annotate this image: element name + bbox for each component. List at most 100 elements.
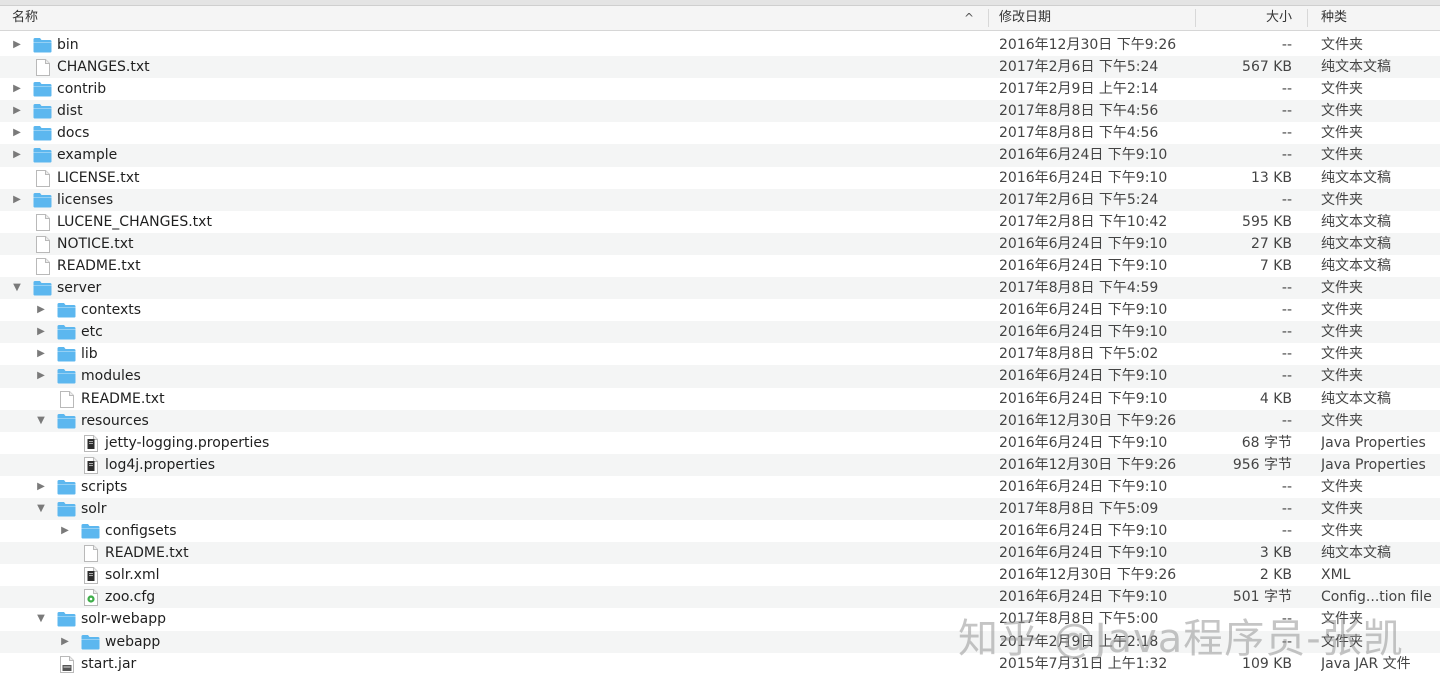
table-row[interactable]: ▶ lib 2017年8月8日 下午5:02 -- 文件夹: [0, 343, 1440, 365]
file-name: zoo.cfg: [105, 589, 156, 606]
disclosure-collapsed-icon[interactable]: ▶: [11, 78, 23, 100]
disclosure-collapsed-icon[interactable]: ▶: [11, 100, 23, 122]
modified-date: 2016年12月30日 下午9:26: [999, 456, 1177, 473]
column-header-size[interactable]: 大小: [1200, 6, 1292, 30]
disclosure-collapsed-icon[interactable]: ▶: [35, 365, 47, 387]
file-size: --: [1281, 368, 1292, 385]
folder-icon: [33, 125, 52, 145]
table-row[interactable]: ▶ configsets 2016年6月24日 下午9:10 -- 文件夹: [0, 520, 1440, 542]
file-name: README.txt: [81, 390, 165, 407]
sort-ascending-icon[interactable]: ^: [964, 6, 974, 30]
name-cell[interactable]: ▶ bin: [0, 34, 980, 56]
disclosure-collapsed-icon[interactable]: ▶: [35, 476, 47, 498]
name-cell[interactable]: ▼ solr: [0, 498, 980, 520]
table-row[interactable]: LICENSE.txt 2016年6月24日 下午9:10 13 KB 纯文本文稿: [0, 167, 1440, 189]
disclosure-expanded-icon[interactable]: ▼: [11, 277, 23, 299]
column-header-kind[interactable]: 种类: [1321, 6, 1347, 30]
name-cell[interactable]: ▶ example: [0, 144, 980, 166]
modified-date: 2016年6月24日 下午9:10: [999, 478, 1168, 495]
table-row[interactable]: ▶ scripts 2016年6月24日 下午9:10 -- 文件夹: [0, 476, 1440, 498]
table-row[interactable]: CHANGES.txt 2017年2月6日 下午5:24 567 KB 纯文本文稿: [0, 56, 1440, 79]
name-cell[interactable]: log4j.properties: [0, 454, 980, 476]
name-cell[interactable]: ▼ solr-webapp: [0, 608, 980, 630]
file-size: --: [1281, 500, 1292, 517]
table-row[interactable]: LUCENE_CHANGES.txt 2017年2月8日 下午10:42 595 K…: [0, 211, 1440, 233]
disclosure-expanded-icon[interactable]: ▼: [35, 498, 47, 520]
name-cell[interactable]: NOTICE.txt: [0, 233, 980, 255]
name-cell[interactable]: ▶ scripts: [0, 476, 980, 498]
table-row[interactable]: NOTICE.txt 2016年6月24日 下午9:10 27 KB 纯文本文稿: [0, 232, 1440, 255]
table-row[interactable]: ▶ example 2016年6月24日 下午9:10 -- 文件夹: [0, 144, 1440, 167]
disclosure-expanded-icon[interactable]: ▼: [35, 608, 47, 630]
table-row[interactable]: ▶ modules 2016年6月24日 下午9:10 -- 文件夹: [0, 365, 1440, 388]
file-kind: 文件夹: [1321, 478, 1363, 495]
name-cell[interactable]: CHANGES.txt: [0, 56, 980, 78]
name-cell[interactable]: ▶ modules: [0, 365, 980, 387]
column-divider[interactable]: [988, 9, 989, 27]
disclosure-expanded-icon[interactable]: ▼: [35, 410, 47, 432]
modified-date: 2017年8月8日 下午4:59: [999, 280, 1159, 297]
name-cell[interactable]: ▶ licenses: [0, 189, 980, 211]
name-cell[interactable]: ▼ resources: [0, 410, 980, 432]
table-row[interactable]: README.txt 2016年6月24日 下午9:10 3 KB 纯文本文稿: [0, 542, 1440, 565]
disclosure-collapsed-icon[interactable]: ▶: [11, 34, 23, 56]
name-cell[interactable]: ▶ webapp: [0, 631, 980, 653]
disclosure-collapsed-icon[interactable]: ▶: [59, 631, 71, 653]
name-cell[interactable]: LICENSE.txt: [0, 167, 980, 189]
table-row[interactable]: ▶ contexts 2016年6月24日 下午9:10 -- 文件夹: [0, 299, 1440, 321]
modified-date: 2017年2月9日 上午2:14: [999, 81, 1159, 98]
name-cell[interactable]: ▶ lib: [0, 343, 980, 365]
modified-date: 2016年6月24日 下午9:10: [999, 390, 1168, 407]
name-cell[interactable]: ▶ configsets: [0, 520, 980, 542]
folder-icon: [81, 634, 100, 654]
table-row[interactable]: ▼ resources 2016年12月30日 下午9:26 -- 文件夹: [0, 409, 1440, 432]
name-cell[interactable]: README.txt: [0, 255, 980, 277]
modified-date: 2017年2月8日 下午10:42: [999, 213, 1168, 230]
table-row[interactable]: ▶ dist 2017年8月8日 下午4:56 -- 文件夹: [0, 100, 1440, 123]
table-row[interactable]: ▶ contrib 2017年2月9日 上午2:14 -- 文件夹: [0, 78, 1440, 100]
disclosure-collapsed-icon[interactable]: ▶: [11, 144, 23, 166]
file-name: README.txt: [105, 545, 189, 562]
table-row[interactable]: solr.xml 2016年12月30日 下午9:26 2 KB XML: [0, 564, 1440, 586]
modified-date: 2017年8月8日 下午5:09: [999, 500, 1159, 517]
table-row[interactable]: ▼ server 2017年8月8日 下午4:59 -- 文件夹: [0, 277, 1440, 300]
name-cell[interactable]: ▼ server: [0, 277, 980, 299]
file-size: --: [1281, 147, 1292, 164]
column-header-date[interactable]: 修改日期: [999, 6, 1051, 30]
table-row[interactable]: log4j.properties 2016年12月30日 下午9:26 956 字节…: [0, 453, 1440, 476]
folder-icon: [57, 302, 76, 322]
name-cell[interactable]: ▶ etc: [0, 321, 980, 343]
disclosure-collapsed-icon[interactable]: ▶: [35, 299, 47, 321]
name-cell[interactable]: ▶ contexts: [0, 299, 980, 321]
table-row[interactable]: ▶ docs 2017年8月8日 下午4:56 -- 文件夹: [0, 122, 1440, 144]
table-row[interactable]: jetty-logging.properties 2016年6月24日 下午9:1…: [0, 432, 1440, 454]
name-cell[interactable]: ▶ dist: [0, 100, 980, 122]
name-cell[interactable]: start.jar: [0, 653, 980, 675]
name-cell[interactable]: zoo.cfg: [0, 586, 980, 608]
name-cell[interactable]: solr.xml: [0, 564, 980, 586]
table-row[interactable]: ▶ bin 2016年12月30日 下午9:26 -- 文件夹: [0, 34, 1440, 56]
file-name: solr.xml: [105, 567, 160, 584]
file-size: --: [1281, 523, 1292, 540]
disclosure-collapsed-icon[interactable]: ▶: [35, 321, 47, 343]
table-row[interactable]: ▼ solr 2017年8月8日 下午5:09 -- 文件夹: [0, 497, 1440, 521]
disclosure-collapsed-icon[interactable]: ▶: [35, 343, 47, 365]
name-cell[interactable]: LUCENE_CHANGES.txt: [0, 211, 980, 233]
disclosure-collapsed-icon[interactable]: ▶: [11, 122, 23, 144]
disclosure-collapsed-icon[interactable]: ▶: [59, 520, 71, 542]
table-row[interactable]: ▶ licenses 2017年2月6日 下午5:24 -- 文件夹: [0, 188, 1440, 211]
name-cell[interactable]: jetty-logging.properties: [0, 432, 980, 454]
file-kind: Java Properties: [1321, 456, 1426, 473]
name-cell[interactable]: ▶ docs: [0, 122, 980, 144]
name-cell[interactable]: README.txt: [0, 542, 980, 564]
column-header-name[interactable]: 名称: [12, 6, 38, 30]
modified-date: 2016年6月24日 下午9:10: [999, 434, 1168, 451]
name-cell[interactable]: ▶ contrib: [0, 78, 980, 100]
column-divider[interactable]: [1195, 9, 1196, 27]
column-divider[interactable]: [1307, 9, 1308, 27]
disclosure-collapsed-icon[interactable]: ▶: [11, 189, 23, 211]
table-row[interactable]: README.txt 2016年6月24日 下午9:10 7 KB 纯文本文稿: [0, 255, 1440, 277]
name-cell[interactable]: README.txt: [0, 388, 980, 410]
table-row[interactable]: ▶ etc 2016年6月24日 下午9:10 -- 文件夹: [0, 321, 1440, 344]
table-row[interactable]: README.txt 2016年6月24日 下午9:10 4 KB 纯文本文稿: [0, 388, 1440, 410]
